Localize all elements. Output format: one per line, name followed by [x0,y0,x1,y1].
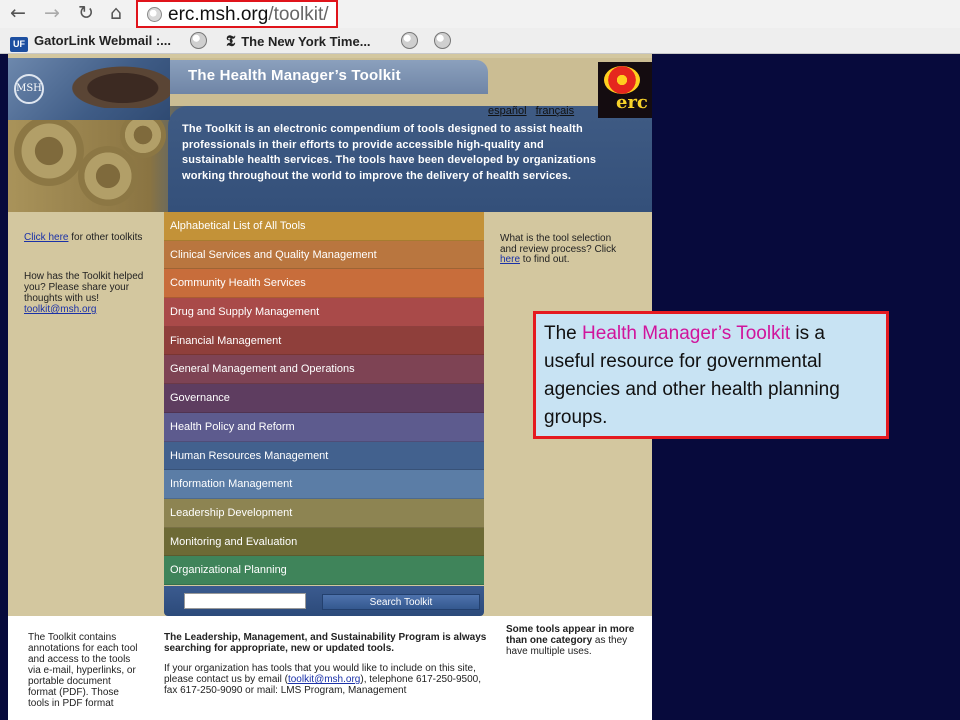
menu-item[interactable]: Alphabetical List of All Tools [164,212,484,241]
url-path: /toolkit/ [268,4,329,25]
page-title: The Health Manager’s Toolkit [188,67,401,84]
left-column: Click here for other toolkits How has th… [24,232,144,315]
menu-item[interactable]: Community Health Services [164,269,484,299]
search-bar: Search Toolkit [164,586,484,616]
child-photo [52,58,170,108]
bookmark-nytimes[interactable]: 𝕿 The New York Time... [226,31,371,51]
menu-item[interactable]: Organizational Planning [164,556,484,585]
menu-item[interactable]: Leadership Development [164,498,484,528]
other-toolkits-text: for other toolkits [68,232,143,243]
bottom-info: The Toolkit contains annotations for eac… [8,616,652,720]
forward-arrow-icon[interactable]: → [44,2,60,24]
erc-logo-text: erc [616,92,648,113]
menu-item[interactable]: Human Resources Management [164,441,484,471]
globe-icon [147,7,162,22]
category-menu: Alphabetical List of All Tools Clinical S… [164,212,484,585]
intro-text: The Toolkit is an electronic compendium … [182,123,597,182]
bookmark-gatorlink[interactable]: UF GatorLink Webmail :... [10,31,172,52]
menu-item[interactable]: Governance [164,384,484,413]
reload-icon[interactable]: ↻ [78,2,94,24]
here-link[interactable]: here [500,254,520,265]
lms-program-text: The Leadership, Management, and Sustaina… [164,632,494,696]
url-domain: erc.msh.org [168,4,269,25]
menu-item[interactable]: Health Policy and Reform [164,412,484,442]
link-espanol[interactable]: español [488,105,527,117]
nyt-icon: 𝕿 [226,32,236,50]
toolkit-annotation-text: The Toolkit contains annotations for eac… [28,632,138,709]
gear-icon [14,116,84,186]
msh-logo[interactable]: MSH [8,58,170,120]
find-out-text: to find out. [520,254,570,265]
bookmark-globe-icon[interactable] [434,32,451,49]
menu-item[interactable]: Financial Management [164,326,484,356]
review-process-text: What is the tool selection and review pr… [500,233,617,255]
bookmark-label: GatorLink Webmail :... [34,33,172,48]
menu-item[interactable]: General Management and Operations [164,355,484,385]
menu-item[interactable]: Drug and Supply Management [164,298,484,327]
link-francais[interactable]: français [536,105,575,117]
menu-item[interactable]: Information Management [164,470,484,499]
multi-category-note: Some tools appear in more than one categ… [506,624,646,657]
menu-item[interactable]: Monitoring and Evaluation [164,527,484,557]
feedback-text: How has the Toolkit helped you? Please s… [24,271,144,304]
uf-icon: UF [10,37,28,52]
title-tab: The Health Manager’s Toolkit [170,60,488,94]
callout-pre: The [544,323,583,344]
back-arrow-icon[interactable]: ← [10,2,26,24]
callout-highlight: Health Manager’s Toolkit [582,323,791,344]
click-here-link[interactable]: Click here [24,232,68,243]
gear-icon [78,146,138,206]
search-input[interactable] [184,593,306,609]
toolkit-email-link[interactable]: toolkit@msh.org [24,304,96,315]
lms-heading: The Leadership, Management, and Sustaina… [164,632,487,654]
bookmarks-bar: UF GatorLink Webmail :... 𝕿 The New York T… [0,28,960,54]
rose-icon [604,66,640,94]
menu-item[interactable]: Clinical Services and Quality Management [164,240,484,270]
browser-toolbar: ← → ↻ ⌂ erc.msh.org/toolkit/ [0,0,960,28]
msh-logo-text: MSH [14,74,44,104]
annotation-callout: The Health Manager’s Toolkit is a useful… [533,311,889,439]
contact-email-link[interactable]: toolkit@msh.org [288,674,360,685]
bookmark-label: The New York Time... [241,34,371,49]
address-bar[interactable]: erc.msh.org/toolkit/ [136,0,338,28]
search-toolkit-button[interactable]: Search Toolkit [322,594,480,610]
bookmark-globe-icon[interactable] [190,32,207,49]
home-icon[interactable]: ⌂ [110,2,122,24]
right-column: What is the tool selection and review pr… [500,233,630,266]
bookmark-globe-icon[interactable] [401,32,418,49]
language-links: español français [482,105,574,117]
erc-logo[interactable]: erc [598,62,652,118]
